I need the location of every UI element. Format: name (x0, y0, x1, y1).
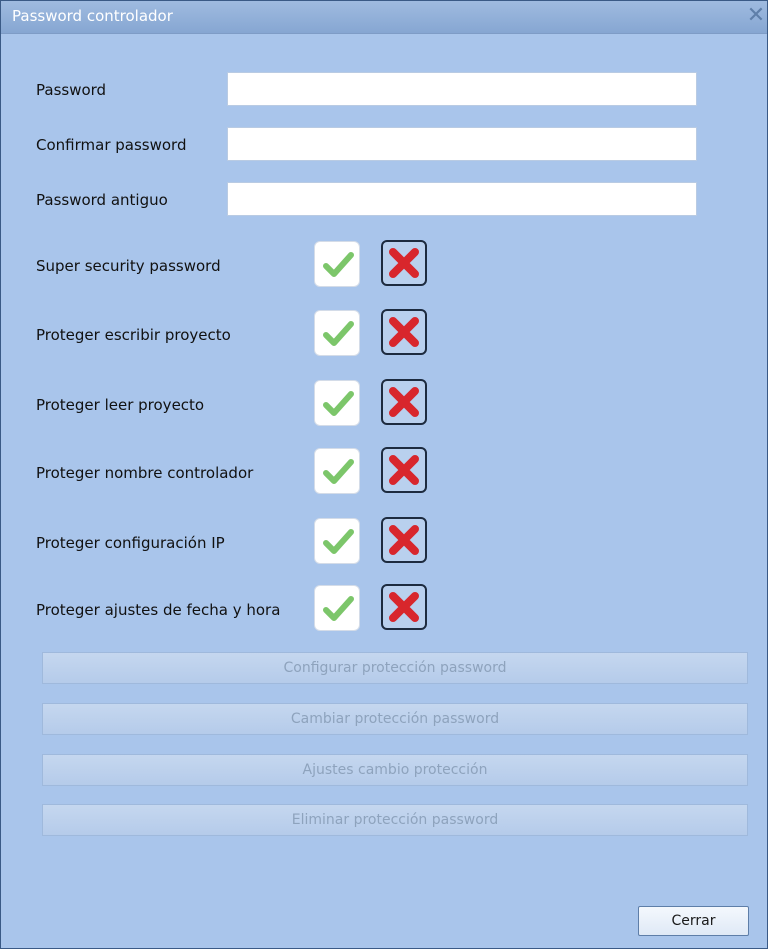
check-icon (323, 391, 354, 416)
check-icon (323, 252, 354, 277)
write-project-yes-button[interactable] (314, 310, 360, 356)
configure-protection-button[interactable]: Configurar protección password (42, 652, 748, 684)
old-password-label: Password antiguo (36, 191, 168, 209)
check-icon (323, 596, 354, 621)
check-icon (323, 321, 354, 346)
controller-name-yes-button[interactable] (314, 448, 360, 494)
ip-config-no-button[interactable] (381, 517, 427, 563)
old-password-input[interactable] (227, 182, 697, 216)
ip-config-yes-button[interactable] (314, 518, 360, 564)
confirm-password-label: Confirmar password (36, 136, 187, 154)
option-label-ip-config: Proteger configuración IP (36, 534, 225, 552)
close-icon[interactable]: ✕ (745, 4, 767, 28)
date-time-no-button[interactable] (381, 584, 427, 630)
option-label-write-project: Proteger escribir proyecto (36, 326, 231, 344)
cross-icon (389, 455, 419, 485)
password-input[interactable] (227, 72, 697, 106)
title-bar[interactable]: Password controlador ✕ (1, 1, 767, 34)
cross-icon (389, 387, 419, 417)
write-project-no-button[interactable] (381, 309, 427, 355)
cross-icon (389, 592, 419, 622)
super-security-no-button[interactable] (381, 240, 427, 286)
dialog-title: Password controlador (12, 7, 173, 25)
password-dialog: Password controlador ✕ Password Confirma… (0, 0, 768, 949)
option-label-read-project: Proteger leer proyecto (36, 396, 205, 414)
date-time-yes-button[interactable] (314, 585, 360, 631)
controller-name-no-button[interactable] (381, 447, 427, 493)
remove-protection-button[interactable]: Eliminar protección password (42, 804, 748, 836)
option-label-date-time: Proteger ajustes de fecha y hora (36, 601, 281, 619)
super-security-yes-button[interactable] (314, 241, 360, 287)
cross-icon (389, 317, 419, 347)
option-label-controller-name: Proteger nombre controlador (36, 464, 254, 482)
confirm-password-input[interactable] (227, 127, 697, 161)
close-button[interactable]: Cerrar (638, 906, 749, 936)
check-icon (323, 529, 354, 554)
read-project-no-button[interactable] (381, 379, 427, 425)
check-icon (323, 459, 354, 484)
protection-settings-button[interactable]: Ajustes cambio protección (42, 754, 748, 786)
read-project-yes-button[interactable] (314, 380, 360, 426)
password-label: Password (36, 81, 107, 99)
change-protection-button[interactable]: Cambiar protección password (42, 703, 748, 735)
cross-icon (389, 248, 419, 278)
cross-icon (389, 525, 419, 555)
option-label-super-security: Super security password (36, 257, 221, 275)
